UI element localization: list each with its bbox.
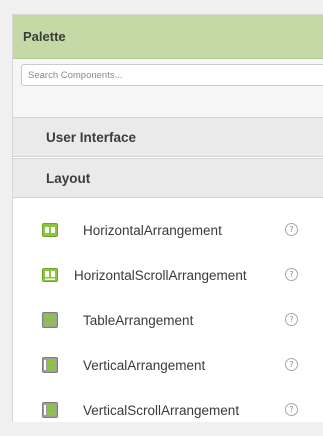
table-arrangement-icon (42, 312, 58, 328)
palette-header: Palette (13, 15, 323, 59)
palette-item-vertical-scroll-arrangement[interactable]: VerticalScrollArrangement ? (13, 391, 323, 422)
help-icon[interactable]: ? (285, 403, 298, 416)
help-icon[interactable]: ? (285, 268, 298, 281)
palette-item-label: TableArrangement (83, 313, 194, 328)
vertical-scroll-arrangement-icon (42, 402, 58, 418)
help-icon[interactable]: ? (285, 313, 298, 326)
search-area (13, 59, 323, 117)
palette-panel: Palette User Interface Layout Horizontal… (12, 14, 323, 422)
help-icon[interactable]: ? (285, 223, 298, 236)
palette-item-table-arrangement[interactable]: TableArrangement ? (13, 301, 323, 341)
category-label: Layout (46, 171, 91, 186)
palette-item-horizontal-arrangement[interactable]: HorizontalArrangement ? (13, 211, 323, 251)
palette-item-label: HorizontalArrangement (83, 223, 222, 238)
palette-item-label: VerticalArrangement (83, 358, 206, 373)
category-label: User Interface (46, 130, 137, 145)
help-icon[interactable]: ? (285, 358, 298, 371)
vertical-arrangement-icon (42, 357, 58, 373)
palette-title: Palette (23, 29, 66, 44)
palette-item-label: HorizontalScrollArrangement (74, 268, 247, 283)
category-user-interface[interactable]: User Interface (13, 117, 323, 157)
search-input[interactable] (21, 64, 323, 86)
palette-item-vertical-arrangement[interactable]: VerticalArrangement ? (13, 346, 323, 386)
layout-items-list: HorizontalArrangement ? HorizontalScroll… (13, 198, 323, 422)
palette-item-label: VerticalScrollArrangement (83, 403, 240, 418)
category-layout[interactable]: Layout (13, 158, 323, 198)
horizontal-arrangement-icon (42, 223, 58, 237)
palette-item-horizontal-scroll-arrangement[interactable]: HorizontalScrollArrangement ? (13, 256, 323, 296)
horizontal-scroll-arrangement-icon (42, 268, 58, 282)
